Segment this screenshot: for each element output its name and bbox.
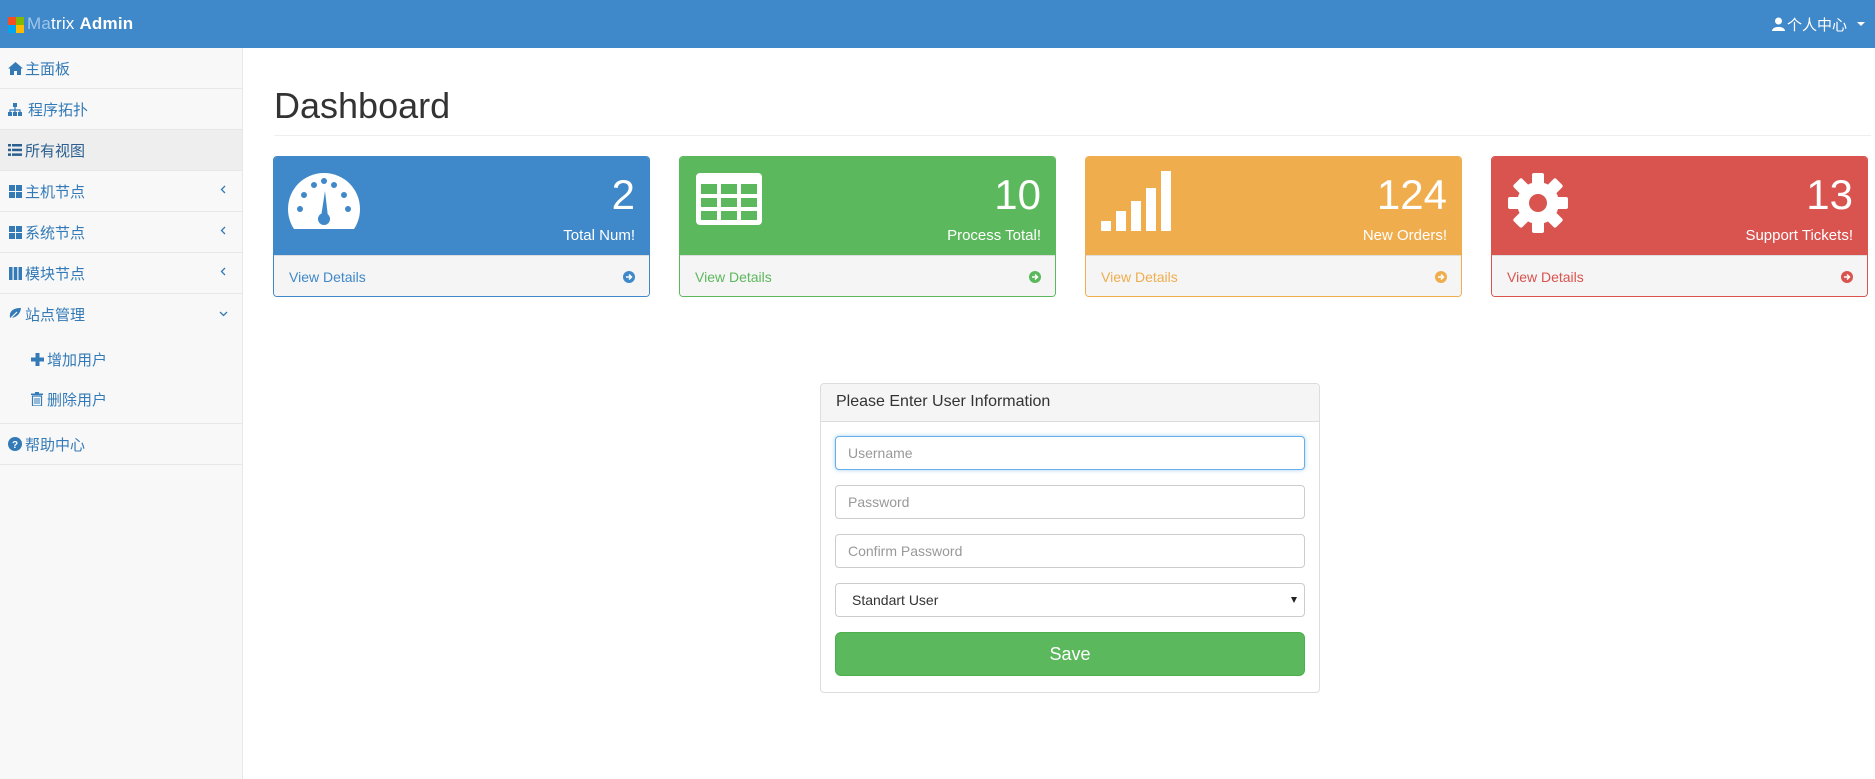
card-header: 124 New Orders! (1086, 157, 1461, 255)
top-navbar: Matrix Admin 个人中心 (0, 0, 1875, 48)
plus-icon (29, 351, 45, 367)
arrow-circle-right-icon (1435, 270, 1447, 283)
chevron-left-icon (220, 267, 226, 276)
sidebar-item-label: 站点管理 (25, 307, 86, 324)
user-menu-label: 个人中心 (1786, 16, 1847, 34)
password-input[interactable] (835, 485, 1305, 519)
svg-text:?: ? (12, 440, 18, 451)
dashboard-icon (288, 173, 360, 229)
panel-body: Standart User Save (821, 422, 1319, 690)
stat-card-new-orders: 124 New Orders! View Details (1085, 156, 1462, 297)
card-label: Process Total! (947, 227, 1041, 244)
sidebar-item-label: 系统节点 (25, 224, 86, 242)
user-role-select[interactable]: Standart User (835, 583, 1305, 617)
view-details-link[interactable]: View Details (680, 255, 1055, 296)
card-header: 10 Process Total! (680, 157, 1055, 255)
stat-card-process-total: 10 Process Total! View Details (679, 156, 1056, 297)
th-large-icon (7, 183, 23, 199)
user-icon (1771, 17, 1785, 31)
page-title: Dashboard (274, 85, 451, 126)
save-button[interactable]: Save (835, 632, 1305, 676)
brand[interactable]: Matrix Admin (8, 0, 133, 48)
view-details-label: View Details (695, 268, 772, 285)
table-icon (696, 173, 762, 225)
user-menu-dropdown[interactable]: 个人中心 (1771, 0, 1865, 48)
card-header: 2 Total Num! (274, 157, 649, 255)
user-role-selected: Standart User (852, 592, 939, 608)
user-info-panel: Please Enter User Information Standart U… (820, 383, 1320, 693)
card-label: Total Num! (563, 227, 635, 244)
chevron-left-icon (220, 185, 226, 194)
sidebar: 主面板 程序拓扑 所有视图 主机节点 系统节点 模块节点 站点管理 增加用户 删… (0, 48, 243, 779)
view-details-label: View Details (1101, 268, 1178, 285)
sidebar-item-all-views[interactable]: 所有视图 (0, 130, 242, 171)
card-value: 2 (611, 171, 635, 218)
caret-down-icon (1291, 597, 1297, 603)
signal-icon (1101, 171, 1171, 231)
sidebar-item-label: 程序拓扑 (28, 101, 89, 119)
view-details-label: View Details (289, 268, 366, 285)
panel-heading: Please Enter User Information (821, 384, 1319, 422)
windows-logo-icon (8, 17, 24, 33)
sidebar-subitem-delete-user[interactable]: 删除用户 (0, 379, 242, 419)
caret-down-icon (1857, 22, 1865, 26)
confirm-password-input[interactable] (835, 534, 1305, 568)
chevron-down-icon (219, 311, 228, 317)
trash-icon (29, 391, 45, 407)
card-value: 10 (994, 171, 1041, 218)
card-value: 13 (1806, 171, 1853, 218)
page-header: Dashboard (274, 86, 1871, 136)
windows-icon (7, 224, 23, 240)
view-details-label: View Details (1507, 268, 1584, 285)
sidebar-item-label: 模块节点 (25, 265, 86, 283)
sidebar-item-system-nodes[interactable]: 系统节点 (0, 212, 242, 253)
home-icon (7, 60, 23, 76)
sidebar-item-site-management[interactable]: 站点管理 (0, 294, 242, 335)
view-details-link[interactable]: View Details (1086, 255, 1461, 296)
sidebar-item-module-nodes[interactable]: 模块节点 (0, 253, 242, 294)
sidebar-subitem-label: 增加用户 (47, 351, 108, 369)
list-icon (7, 142, 23, 158)
arrow-circle-right-icon (1029, 270, 1041, 283)
username-input[interactable] (835, 436, 1305, 470)
card-label: Support Tickets! (1745, 227, 1853, 244)
leaf-icon (7, 307, 23, 323)
sidebar-item-label: 所有视图 (25, 142, 86, 160)
sidebar-item-help-center[interactable]: ? 帮助中心 (0, 424, 242, 465)
card-header: 13 Support Tickets! (1492, 157, 1867, 255)
sidebar-item-topology[interactable]: 程序拓扑 (0, 89, 242, 130)
view-details-link[interactable]: View Details (1492, 255, 1867, 296)
card-label: New Orders! (1362, 227, 1447, 244)
site-management-submenu: 增加用户 删除用户 (0, 335, 242, 424)
sidebar-item-label: 主面板 (25, 60, 71, 78)
view-details-link[interactable]: View Details (274, 255, 649, 296)
chevron-left-icon (220, 226, 226, 235)
arrow-circle-right-icon (1841, 270, 1853, 283)
gear-icon (1508, 173, 1568, 233)
sidebar-item-host-nodes[interactable]: 主机节点 (0, 171, 242, 212)
th-icon (7, 265, 23, 281)
sidebar-item-label: 主机节点 (25, 183, 86, 201)
sidebar-subitem-label: 删除用户 (47, 391, 108, 409)
stat-card-total-num: 2 Total Num! View Details (273, 156, 650, 297)
sitemap-icon (7, 101, 23, 117)
arrow-circle-right-icon (623, 270, 635, 283)
brand-name: Matrix Admin (27, 14, 134, 33)
sidebar-item-dashboard[interactable]: 主面板 (0, 48, 242, 89)
card-value: 124 (1376, 171, 1447, 218)
question-circle-icon: ? (7, 436, 23, 452)
sidebar-item-label: 帮助中心 (25, 436, 86, 454)
stat-card-support-tickets: 13 Support Tickets! View Details (1491, 156, 1868, 297)
sidebar-subitem-add-user[interactable]: 增加用户 (0, 339, 242, 379)
main-content: Dashboard 2 Total Num! View Details 10 P… (244, 48, 1875, 779)
